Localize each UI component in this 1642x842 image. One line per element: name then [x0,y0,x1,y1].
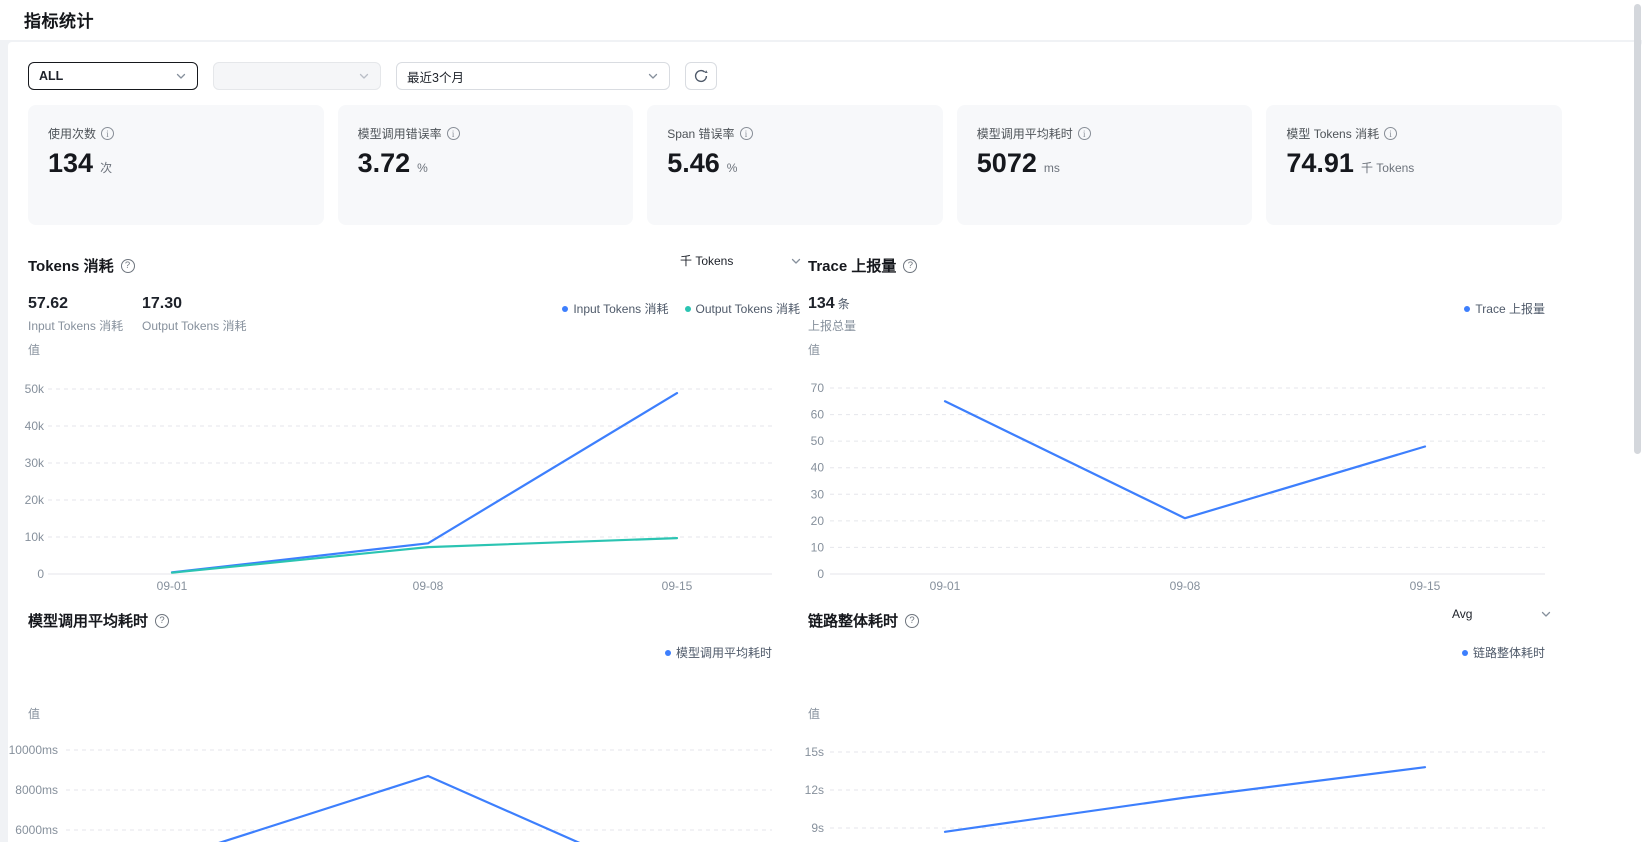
legend-item[interactable]: Output Tokens 消耗 [684,300,800,317]
section-title-tokens: Tokens 消耗 ? [28,255,135,276]
stat-card-span-error-rate: Span 错误率 i 5.46% [647,105,943,225]
stat-card-value: 5072 [976,148,1037,178]
stat-card-label: 模型 Tokens 消耗 [1286,127,1380,141]
refresh-button[interactable] [685,62,717,90]
stat-card-label: 使用次数 [48,127,97,141]
stat-card-unit: ms [1043,161,1060,175]
secondary-select-disabled [213,62,381,90]
app-select-value: ALL [39,69,64,83]
chevron-down-icon [648,73,658,79]
section-title-trace: Trace 上报量 ? [808,255,918,276]
scrollbar-thumb[interactable] [1634,4,1641,454]
stat-card-label: 模型调用平均耗时 [976,127,1073,141]
page-title: 指标统计 [24,12,94,31]
legend-item[interactable]: Input Tokens 消耗 [562,300,669,317]
stat-card-unit: % [726,161,738,175]
stat-card-unit: 次 [100,161,113,175]
tokens-legend: Input Tokens 消耗 Output Tokens 消耗 [28,300,800,317]
stat-card-label: Span 错误率 [667,127,735,141]
info-icon[interactable]: i [1384,127,1398,140]
stat-card-value: 134 [48,148,94,178]
page-header: 指标统计 [0,0,1642,40]
stat-card-value: 3.72 [357,148,411,178]
stat-card-avg-latency: 模型调用平均耗时 i 5072 ms [956,105,1253,225]
legend-dot [562,305,569,312]
trace-legend: Trace 上报量 [808,300,1545,317]
time-range-select-value: 最近3个月 [407,70,464,85]
chevron-down-icon [791,258,801,264]
stat-card-model-error-rate: 模型调用错误率 i 3.72% [337,105,634,225]
stat-card-value: 74.91 [1286,148,1354,178]
info-icon[interactable]: i [739,127,753,140]
stat-card-usage: 使用次数 i 134 次 [28,105,324,225]
info-icon[interactable]: i [1077,127,1091,140]
stat-card-tokens: 模型 Tokens 消耗 i 74.91 千 Tokens [1266,105,1562,225]
refresh-icon [694,69,708,83]
legend-dot [684,305,691,312]
help-icon[interactable]: ? [120,258,135,273]
help-icon[interactable]: ? [903,258,918,273]
info-icon[interactable]: i [101,127,115,140]
chevron-down-icon [359,73,369,79]
vertical-scrollbar[interactable] [1634,2,1641,798]
stat-card-label: 模型调用错误率 [357,127,442,141]
legend-dot [1464,305,1471,312]
app-select[interactable]: ALL [28,62,198,90]
stat-cards-row: 使用次数 i 134 次 模型调用错误率 i 3.72% Span 错误率 i 5.46… [28,105,1562,225]
charts-hover-area[interactable] [8,332,1552,842]
stat-card-value: 5.46 [667,148,720,178]
stat-card-unit: % [417,161,428,175]
stat-card-unit: 千 Tokens [1360,161,1415,175]
chevron-down-icon [176,73,186,79]
filter-toolbar: ALL 最近3个月 [28,62,717,90]
tokens-unit-select[interactable]: 千 Tokens [680,252,802,269]
legend-item[interactable]: Trace 上报量 [1464,300,1545,317]
time-range-select[interactable]: 最近3个月 [396,62,670,90]
info-icon[interactable]: i [446,127,460,140]
content-panel: ALL 最近3个月 使用次数i 134次 模型调用错误率i 3.72% S [8,42,1642,842]
